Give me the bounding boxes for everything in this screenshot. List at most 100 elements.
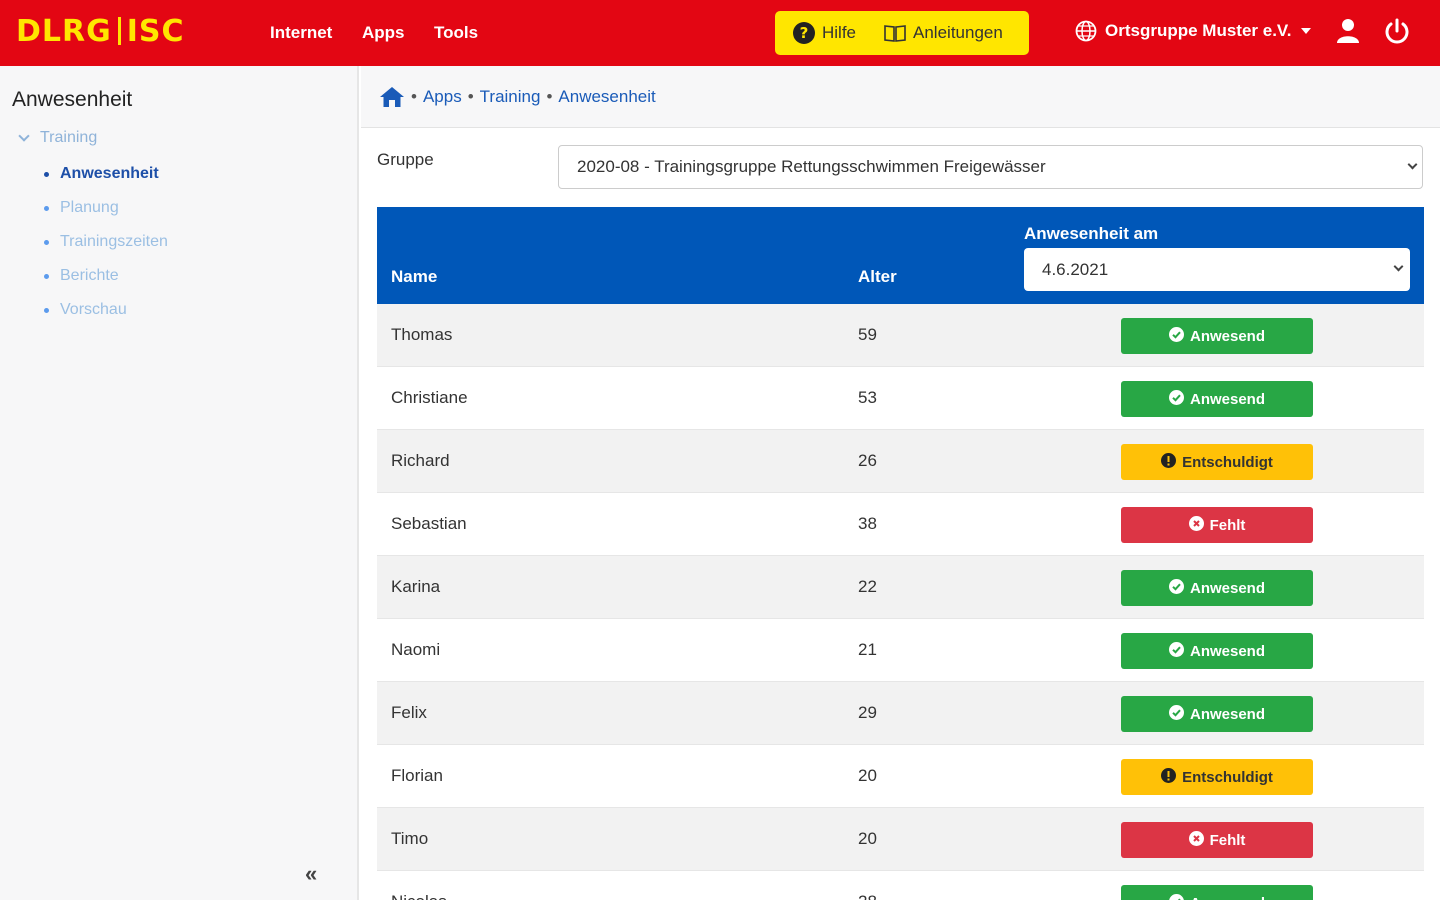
status-button-excused[interactable]: Entschuldigt xyxy=(1121,444,1313,480)
bullet-icon xyxy=(44,239,49,245)
check-circle-icon xyxy=(1168,389,1184,409)
check-circle-icon xyxy=(1168,641,1184,661)
date-select[interactable]: 4.6.2021 xyxy=(1024,248,1410,291)
status-label: Fehlt xyxy=(1209,831,1246,849)
breadcrumb-apps[interactable]: Apps xyxy=(423,87,462,107)
sidebar-item-vorschau[interactable]: Vorschau xyxy=(44,301,127,319)
chevron-down-icon xyxy=(1407,159,1418,170)
status-label: Anwesend xyxy=(1189,390,1265,408)
status-button-absent[interactable]: Fehlt xyxy=(1121,822,1313,858)
check-circle-icon xyxy=(1168,578,1184,598)
status-label: Entschuldigt xyxy=(1182,453,1273,471)
column-header-date: Anwesenheit am xyxy=(1024,224,1159,243)
table-row: Florian 20 Entschuldigt xyxy=(377,745,1424,808)
logo-separator xyxy=(117,17,121,45)
cell-age: 21 xyxy=(858,640,877,659)
guides-button[interactable]: Anleitungen xyxy=(884,23,1003,43)
table-row: Thomas 59 Anwesend xyxy=(377,304,1424,367)
column-header-age[interactable]: Alter xyxy=(858,267,897,287)
status-label: Fehlt xyxy=(1209,516,1246,534)
check-circle-icon xyxy=(1168,704,1184,724)
status-button-present[interactable]: Anwesend xyxy=(1121,696,1313,732)
cell-name: Thomas xyxy=(391,325,453,344)
cell-age: 20 xyxy=(858,829,877,848)
user-icon[interactable] xyxy=(1336,18,1360,44)
sidebar-group-training[interactable]: Training xyxy=(18,129,98,147)
group-select-value: 2020-08 - Trainingsgruppe Rettungsschwim… xyxy=(577,157,1046,176)
sidebar-collapse-button[interactable]: « xyxy=(305,861,317,887)
cell-age: 20 xyxy=(858,766,877,785)
help-label: Hilfe xyxy=(822,23,857,42)
status-label: Anwesend xyxy=(1189,642,1265,660)
column-header-name[interactable]: Name xyxy=(391,267,437,287)
status-button-present[interactable]: Anwesend xyxy=(1121,633,1313,669)
help-box: ? Hilfe Anleitungen xyxy=(775,11,1029,55)
dlrg-isc-logo[interactable]: DLRG ISC xyxy=(16,14,185,50)
sidebar-item-berichte[interactable]: Berichte xyxy=(44,267,119,285)
logo-text-right: ISC xyxy=(126,14,185,49)
cell-age: 22 xyxy=(858,577,877,596)
table-body: Thomas 59 Anwesend Christiane 53 Anwesend Rich… xyxy=(377,304,1424,900)
sidebar-group-label: Training xyxy=(40,129,98,146)
table-row: Christiane 53 Anwesend xyxy=(377,367,1424,430)
cell-name: Sebastian xyxy=(391,514,467,533)
table-row: Timo 20 Fehlt xyxy=(377,808,1424,871)
cell-name: Timo xyxy=(391,829,429,848)
breadcrumb-separator: • xyxy=(467,86,474,106)
attendance-table: Name Alter Anwesenheit am 4.6.2021 Thoma… xyxy=(377,207,1424,900)
nav-internet[interactable]: Internet xyxy=(270,22,332,44)
cell-age: 38 xyxy=(858,514,877,533)
help-button[interactable]: ? Hilfe xyxy=(793,22,856,44)
sidebar-item-label: Trainingszeiten xyxy=(60,233,168,250)
nav-tools[interactable]: Tools xyxy=(434,22,478,44)
chevron-down-icon xyxy=(18,130,30,142)
table-row: Sebastian 38 Fehlt xyxy=(377,493,1424,556)
sidebar-item-anwesenheit[interactable]: Anwesenheit xyxy=(44,165,159,183)
power-icon[interactable] xyxy=(1383,18,1411,46)
date-select-value: 4.6.2021 xyxy=(1042,259,1109,279)
top-navbar: DLRG ISC Internet Apps Tools ? Hilfe Anle… xyxy=(0,0,1440,66)
bullet-icon xyxy=(44,273,49,279)
cell-age: 29 xyxy=(858,703,877,722)
svg-text:?: ? xyxy=(800,24,809,42)
group-select[interactable]: 2020-08 - Trainingsgruppe Rettungsschwim… xyxy=(558,145,1423,189)
table-row: Naomi 21 Anwesend xyxy=(377,619,1424,682)
cell-name: Richard xyxy=(391,451,450,470)
cell-age: 59 xyxy=(858,325,877,344)
status-label: Anwesend xyxy=(1189,579,1265,597)
sidebar: Anwesenheit Training Anwesenheit Planung… xyxy=(0,66,359,900)
status-button-present[interactable]: Anwesend xyxy=(1121,570,1313,606)
status-label: Anwesend xyxy=(1189,705,1265,723)
status-button-excused[interactable]: Entschuldigt xyxy=(1121,759,1313,795)
status-button-present[interactable]: Anwesend xyxy=(1121,885,1313,900)
check-circle-icon xyxy=(1169,893,1184,900)
exclamation-circle-icon xyxy=(1161,452,1177,472)
status-button-present[interactable]: Anwesend xyxy=(1121,381,1313,417)
cell-age: 53 xyxy=(858,388,877,407)
sidebar-item-planung[interactable]: Planung xyxy=(44,199,119,217)
status-button-absent[interactable]: Fehlt xyxy=(1121,507,1313,543)
guides-label: Anleitungen xyxy=(913,23,1003,42)
times-circle-icon xyxy=(1188,515,1204,535)
exclamation-circle-icon xyxy=(1161,767,1177,787)
home-icon[interactable] xyxy=(379,86,405,108)
sidebar-item-trainingszeiten[interactable]: Trainingszeiten xyxy=(44,233,168,251)
check-circle-icon xyxy=(1168,326,1184,346)
status-label: Entschuldigt xyxy=(1182,768,1273,786)
logo-text-left: DLRG xyxy=(16,14,112,49)
org-dropdown[interactable]: Ortsgruppe Muster e.V. xyxy=(1075,20,1312,42)
breadcrumb-separator: • xyxy=(546,86,553,106)
breadcrumb-separator: • xyxy=(411,86,417,106)
sidebar-item-label: Anwesenheit xyxy=(60,165,159,182)
sidebar-title: Anwesenheit xyxy=(12,88,133,111)
org-label: Ortsgruppe Muster e.V. xyxy=(1105,21,1292,40)
breadcrumb-training[interactable]: Training xyxy=(480,87,541,107)
nav-apps[interactable]: Apps xyxy=(362,22,405,44)
cell-name: Naomi xyxy=(391,640,441,659)
caret-down-icon xyxy=(1301,28,1312,34)
cell-age: 28 xyxy=(858,892,877,900)
group-label: Gruppe xyxy=(377,150,434,169)
sidebar-item-label: Planung xyxy=(60,199,119,216)
status-button-present[interactable]: Anwesend xyxy=(1121,318,1313,354)
breadcrumb-anwesenheit[interactable]: Anwesenheit xyxy=(558,87,655,107)
